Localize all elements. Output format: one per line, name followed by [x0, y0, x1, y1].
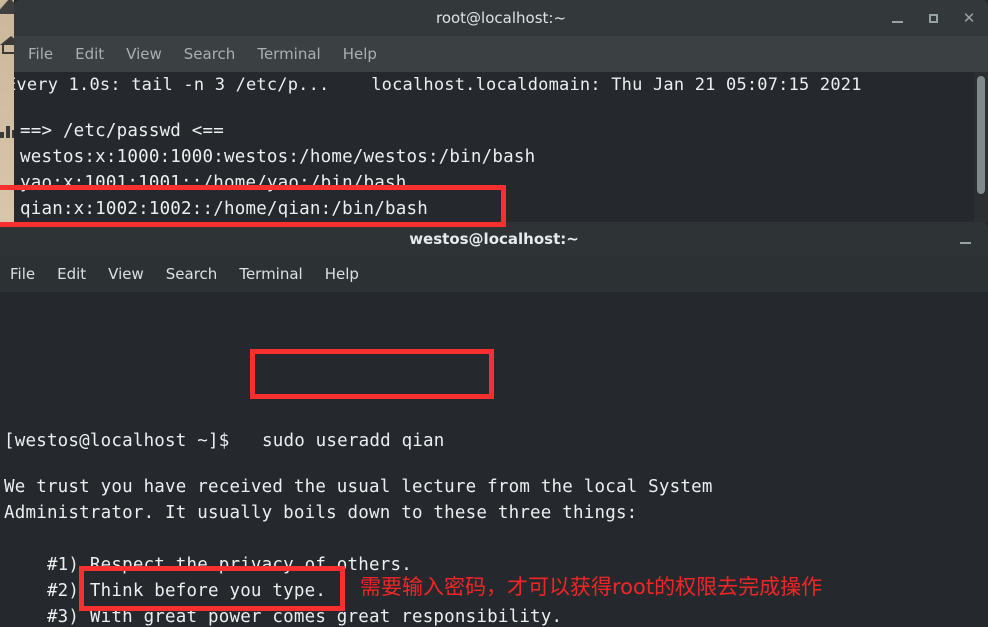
- typed-command: sudo useradd qian: [262, 431, 445, 451]
- passwd-line-qian: qian:x:1002:1002::/home/qian:/bin/bash: [20, 199, 428, 219]
- titlebar-root[interactable]: root@localhost:~ ✕: [14, 0, 988, 36]
- window-title-root: root@localhost:~: [435, 9, 567, 27]
- command-prompt-line: [westos@localhost ~]$: [4, 431, 230, 451]
- scrollbar-thumb-root[interactable]: [977, 76, 985, 194]
- terminal-body-root[interactable]: Every 1.0s: tail -n 3 /etc/p... localhos…: [14, 72, 988, 237]
- titlebar-westos[interactable]: westos@localhost:~: [0, 222, 988, 256]
- lecture-line-1: We trust you have received the usual lec…: [4, 477, 713, 497]
- lecture-line-rule-1: #1) Respect the privacy of others.: [4, 555, 412, 575]
- chinese-annotation-note: 需要输入密码，才可以获得root的权限去完成操作: [360, 575, 823, 599]
- maximize-button-root[interactable]: [924, 9, 942, 27]
- menu-item-edit[interactable]: Edit: [57, 265, 86, 283]
- menu-item-file[interactable]: File: [10, 265, 35, 283]
- scrollbar-root[interactable]: [974, 72, 988, 237]
- terminal-window-root[interactable]: root@localhost:~ ✕ File Edit View Search…: [14, 0, 988, 237]
- watch-header-line: Every 1.0s: tail -n 3 /etc/p... localhos…: [14, 75, 862, 95]
- minimize-button-root[interactable]: [888, 9, 906, 27]
- lecture-line-2: Administrator. It usually boils down to …: [4, 503, 638, 523]
- menu-item-search[interactable]: Search: [166, 265, 218, 283]
- close-icon: ✕: [962, 8, 976, 27]
- minimize-button-westos[interactable]: [956, 230, 974, 248]
- passwd-line-yao: yao:x:1001:1001::/home/yao:/bin/bash: [20, 173, 407, 193]
- menu-item-help[interactable]: Help: [343, 45, 377, 63]
- terminal-window-westos[interactable]: westos@localhost:~ File Edit View Search…: [0, 222, 988, 627]
- menu-item-terminal[interactable]: Terminal: [239, 265, 302, 283]
- menu-item-help[interactable]: Help: [325, 265, 359, 283]
- menu-item-search[interactable]: Search: [184, 45, 236, 63]
- window-controls-root[interactable]: ✕: [888, 0, 978, 36]
- passwd-line-westos: westos:x:1000:1000:westos:/home/westos:/…: [20, 147, 536, 167]
- menu-item-terminal[interactable]: Terminal: [257, 45, 320, 63]
- passwd-header-line: ==> /etc/passwd <==: [20, 121, 224, 141]
- close-button-root[interactable]: ✕: [960, 9, 978, 27]
- menu-item-file[interactable]: File: [28, 45, 53, 63]
- menu-item-edit[interactable]: Edit: [75, 45, 104, 63]
- minimize-icon: [959, 242, 971, 244]
- menu-item-view[interactable]: View: [108, 265, 144, 283]
- menu-item-view[interactable]: View: [126, 45, 162, 63]
- minimize-icon: [891, 21, 903, 23]
- menubar-westos[interactable]: File Edit View Search Terminal Help: [0, 256, 988, 292]
- menubar-root[interactable]: File Edit View Search Terminal Help: [14, 36, 988, 72]
- maximize-icon: [928, 13, 938, 23]
- window-controls-westos[interactable]: [956, 222, 974, 256]
- window-title-westos: westos@localhost:~: [409, 230, 579, 248]
- lecture-line-rule-2: #2) Think before you type.: [4, 581, 327, 601]
- screen: root@localhost:~ ✕ File Edit View Search…: [0, 0, 988, 627]
- lecture-line-rule-3: #3) With great power comes great respons…: [4, 607, 563, 627]
